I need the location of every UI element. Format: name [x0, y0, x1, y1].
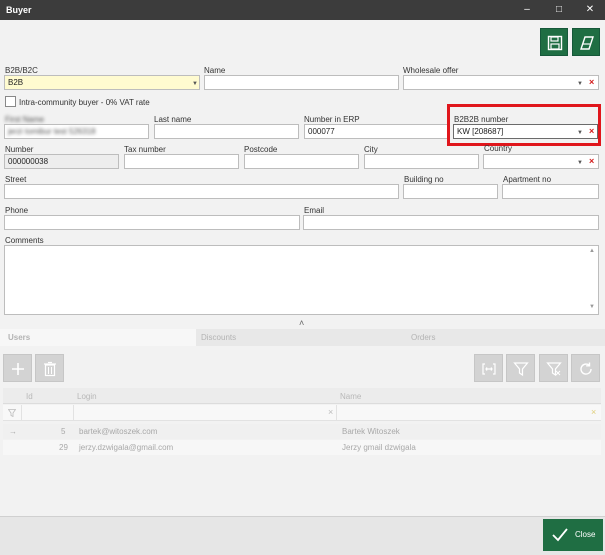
country-select[interactable]: ▼ ×: [483, 154, 599, 169]
first-name-label: First Name: [5, 115, 45, 124]
filter-clear-icon: [546, 362, 562, 377]
tax-number-field[interactable]: [124, 154, 239, 169]
city-field[interactable]: [364, 154, 479, 169]
buyer-window: Buyer – □ ✕ B2B/B2C B2B ▼ Name Wholesale…: [0, 0, 605, 555]
phone-label: Phone: [5, 206, 29, 215]
row-indicator-icon: →: [9, 427, 17, 436]
clear-x-icon[interactable]: ×: [589, 155, 594, 168]
scroll-down-icon[interactable]: ▼: [589, 304, 595, 310]
highlight-box: [447, 104, 601, 146]
b2b-label: B2B/B2C: [5, 66, 38, 75]
close-button-label: Close: [575, 530, 596, 539]
refresh-button[interactable]: [571, 354, 600, 382]
maximize-button[interactable]: □: [549, 3, 569, 17]
intra-community-checkbox[interactable]: [5, 96, 16, 107]
first-name-value: jerzi tomibur test 526318: [8, 127, 96, 136]
clear-button[interactable]: [572, 28, 600, 56]
floppy-disk-icon: [547, 35, 563, 51]
cell-name: Jerzy gmail dzwigala: [342, 443, 416, 452]
comments-label: Comments: [5, 236, 44, 245]
erp-number-label: Number in ERP: [304, 115, 360, 124]
delete-user-button[interactable]: [35, 354, 64, 382]
cell-login: jerzy.dzwigala@gmail.com: [79, 443, 174, 452]
add-user-button[interactable]: [3, 354, 32, 382]
clear-name-filter[interactable]: ×: [591, 407, 596, 417]
street-label: Street: [5, 175, 27, 184]
clear-x-icon[interactable]: ×: [589, 76, 594, 89]
clear-login-filter[interactable]: ×: [328, 407, 333, 417]
b2b-select[interactable]: B2B ▼: [4, 75, 200, 90]
minimize-button[interactable]: –: [517, 3, 537, 17]
eraser-icon: [580, 36, 594, 50]
filter-button[interactable]: [506, 354, 535, 382]
clear-filter-button[interactable]: [539, 354, 568, 382]
column-header-id[interactable]: Id: [26, 392, 33, 401]
email-label: Email: [304, 206, 325, 215]
name-field[interactable]: [204, 75, 399, 90]
column-header-login[interactable]: Login: [77, 392, 97, 401]
apartment-no-field[interactable]: [502, 184, 599, 199]
street-field[interactable]: [4, 184, 399, 199]
grid-header: Id Login Name: [3, 388, 601, 404]
erp-number-field[interactable]: 000077: [304, 124, 449, 139]
filter-row-icon: [8, 409, 16, 417]
wholesale-offer-label: Wholesale offer: [403, 66, 459, 75]
close-button[interactable]: Close: [543, 519, 603, 551]
tab-bar: Users Discounts Orders: [0, 329, 605, 346]
table-row[interactable]: → 5 bartek@witoszek.com Bartek Witoszek: [3, 424, 601, 439]
intra-community-label: Intra-community buyer - 0% VAT rate: [19, 98, 150, 107]
cell-name: Bartek Witoszek: [342, 427, 400, 436]
city-label: City: [364, 145, 378, 154]
filter-icon: [513, 362, 529, 377]
tab-orders[interactable]: Orders: [411, 329, 435, 346]
chevron-down-icon[interactable]: ▼: [577, 78, 583, 89]
save-button[interactable]: [540, 28, 568, 56]
wholesale-offer-select[interactable]: ▼ ×: [403, 75, 599, 90]
plus-icon: [12, 363, 24, 375]
tab-users[interactable]: Users: [8, 329, 30, 346]
tab-discounts[interactable]: Discounts: [201, 329, 236, 346]
last-name-label: Last name: [154, 115, 192, 124]
number-field: 000000038: [4, 154, 119, 169]
close-window-button[interactable]: ✕: [580, 3, 600, 17]
collapse-icon[interactable]: ˄: [299, 318, 304, 328]
building-no-field[interactable]: [403, 184, 498, 199]
b2b-select-value: B2B: [8, 78, 24, 87]
email-field[interactable]: [303, 215, 599, 230]
title-bar: Buyer – □ ✕: [0, 0, 605, 20]
apartment-no-label: Apartment no: [503, 175, 552, 184]
comments-textarea[interactable]: [4, 245, 599, 315]
fit-columns-button[interactable]: [474, 354, 503, 382]
tax-number-label: Tax number: [124, 145, 166, 154]
table-row[interactable]: 29 jerzy.dzwigala@gmail.com Jerzy gmail …: [3, 440, 601, 455]
scroll-up-icon[interactable]: ▲: [589, 248, 595, 254]
trash-icon: [44, 361, 56, 377]
chevron-down-icon[interactable]: ▼: [577, 157, 583, 168]
window-title: Buyer: [6, 5, 32, 15]
number-label: Number: [5, 145, 34, 154]
name-label: Name: [204, 66, 226, 75]
first-name-field[interactable]: jerzi tomibur test 526318: [4, 124, 149, 139]
footer-bar: [0, 516, 605, 555]
postcode-label: Postcode: [244, 145, 278, 154]
checkmark-icon: [552, 528, 568, 542]
country-label: Country: [484, 144, 513, 153]
expand-columns-icon: [482, 363, 496, 375]
cell-login: bartek@witoszek.com: [79, 427, 158, 436]
phone-field[interactable]: [4, 215, 300, 230]
refresh-icon: [580, 362, 592, 375]
grid-filter-row: × ×: [3, 405, 601, 421]
chevron-down-icon[interactable]: ▼: [192, 78, 198, 89]
column-header-name[interactable]: Name: [340, 392, 361, 401]
postcode-field[interactable]: [244, 154, 359, 169]
cell-id: 29: [59, 443, 68, 452]
building-no-label: Building no: [404, 175, 444, 184]
cell-id: 5: [61, 427, 66, 436]
last-name-field[interactable]: [154, 124, 299, 139]
